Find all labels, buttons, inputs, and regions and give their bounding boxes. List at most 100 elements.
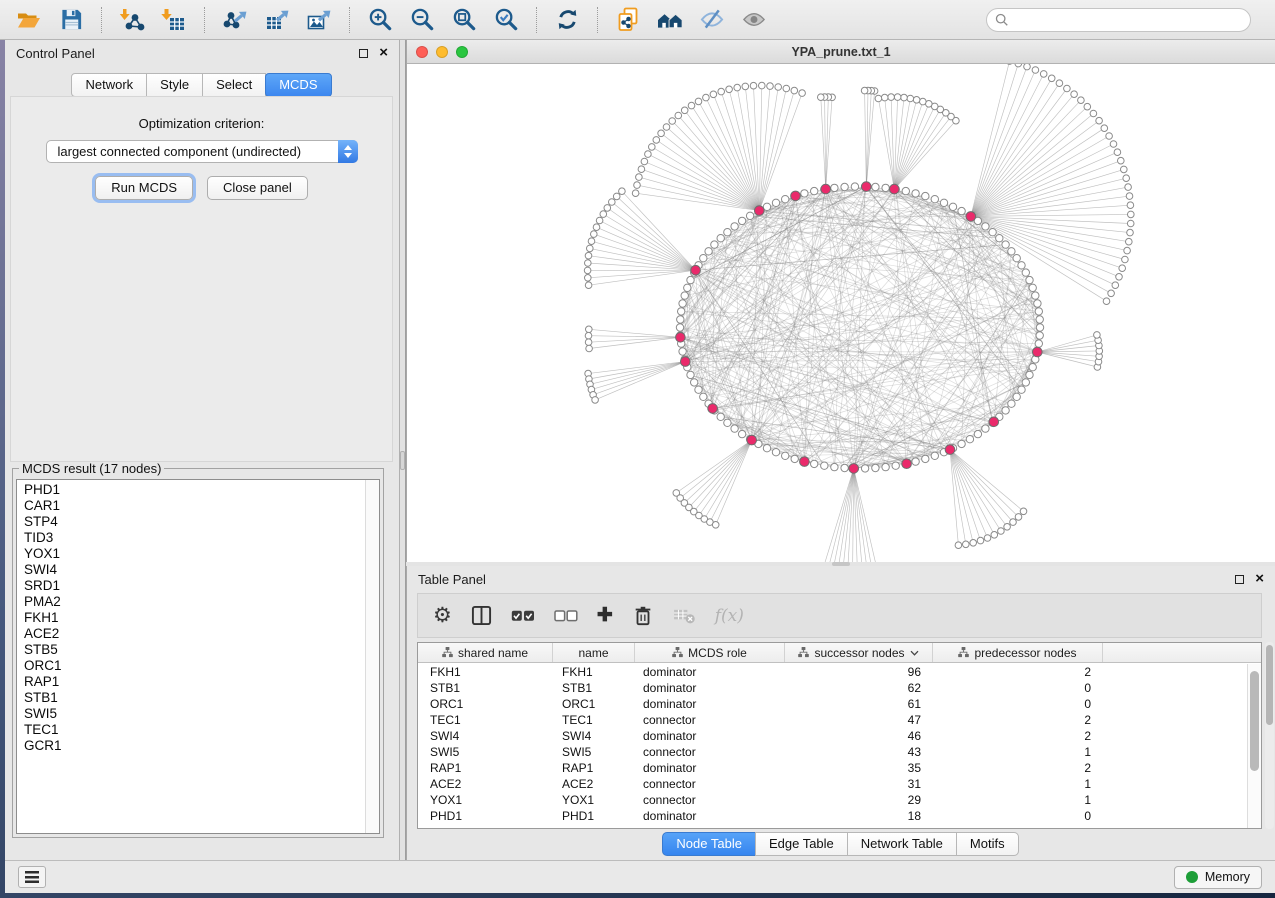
- network-node[interactable]: [688, 102, 695, 109]
- network-node[interactable]: [922, 455, 929, 462]
- network-node[interactable]: [1036, 332, 1043, 339]
- network-node[interactable]: [1029, 284, 1036, 291]
- dominator-node[interactable]: [791, 191, 801, 201]
- minimize-window-icon[interactable]: [436, 46, 448, 58]
- network-node[interactable]: [1127, 202, 1134, 209]
- zoom-fit-button[interactable]: [445, 4, 483, 36]
- network-node[interactable]: [902, 187, 909, 194]
- network-window-titlebar[interactable]: YPA_prune.txt_1: [407, 40, 1275, 64]
- network-node[interactable]: [841, 464, 848, 471]
- network-node[interactable]: [742, 83, 749, 90]
- network-node[interactable]: [970, 540, 977, 547]
- network-node[interactable]: [1036, 316, 1043, 323]
- network-node[interactable]: [585, 282, 592, 289]
- task-history-button[interactable]: [18, 866, 46, 888]
- network-node[interactable]: [746, 212, 753, 219]
- network-node[interactable]: [1078, 97, 1085, 104]
- network-node[interactable]: [676, 324, 683, 331]
- show-all-button[interactable]: [735, 4, 773, 36]
- network-node[interactable]: [1094, 332, 1101, 339]
- network-node[interactable]: [717, 413, 724, 420]
- dominator-node[interactable]: [849, 464, 859, 474]
- gear-icon[interactable]: ⚙: [433, 601, 452, 631]
- network-node[interactable]: [1022, 269, 1029, 276]
- network-node[interactable]: [791, 455, 798, 462]
- network-node[interactable]: [585, 332, 592, 339]
- deselect-all-icon[interactable]: [554, 601, 578, 631]
- run-mcds-button[interactable]: Run MCDS: [95, 176, 193, 200]
- zoom-in-button[interactable]: [361, 4, 399, 36]
- column-header-mcds-role[interactable]: MCDS role: [635, 643, 785, 662]
- first-neighbors-button[interactable]: [651, 4, 689, 36]
- network-node[interactable]: [977, 537, 984, 544]
- import-table-button[interactable]: [155, 4, 193, 36]
- network-node[interactable]: [591, 231, 598, 238]
- network-node[interactable]: [799, 90, 806, 97]
- dominator-node[interactable]: [902, 459, 912, 469]
- network-node[interactable]: [1123, 175, 1130, 182]
- network-node[interactable]: [1112, 282, 1119, 289]
- network-node[interactable]: [841, 183, 848, 190]
- dominator-node[interactable]: [945, 445, 955, 455]
- table-scrollbar[interactable]: [1247, 664, 1261, 828]
- network-node[interactable]: [949, 203, 956, 210]
- network-node[interactable]: [1056, 80, 1063, 87]
- dominator-node[interactable]: [862, 182, 872, 192]
- network-node[interactable]: [872, 183, 879, 190]
- hide-selected-button[interactable]: [693, 4, 731, 36]
- tab-style[interactable]: Style: [146, 73, 203, 97]
- network-node[interactable]: [703, 94, 710, 101]
- network-node[interactable]: [912, 458, 919, 465]
- network-canvas[interactable]: [407, 64, 1275, 562]
- column-header-predecessor-nodes[interactable]: predecessor nodes: [933, 643, 1103, 662]
- network-node[interactable]: [738, 217, 745, 224]
- table-row[interactable]: RAP1RAP1dominator352: [418, 760, 1247, 776]
- network-node[interactable]: [1036, 324, 1043, 331]
- network-node[interactable]: [791, 87, 798, 94]
- dominator-node[interactable]: [676, 333, 686, 343]
- network-node[interactable]: [724, 229, 731, 236]
- network-node[interactable]: [901, 94, 908, 101]
- network-node[interactable]: [632, 190, 639, 197]
- select-all-icon[interactable]: [511, 601, 535, 631]
- dominator-node[interactable]: [800, 457, 810, 467]
- search-box[interactable]: [986, 8, 1251, 32]
- table-row[interactable]: ORC1ORC1dominator610: [418, 696, 1247, 712]
- network-node[interactable]: [966, 436, 973, 443]
- table-row[interactable]: PHD1PHD1dominator180: [418, 808, 1247, 824]
- network-node[interactable]: [587, 245, 594, 252]
- network-node[interactable]: [600, 211, 607, 218]
- network-node[interactable]: [767, 83, 774, 90]
- panel-scrollbar[interactable]: [1265, 642, 1274, 829]
- network-node[interactable]: [1122, 256, 1129, 263]
- memory-button[interactable]: Memory: [1174, 866, 1262, 889]
- dominator-node[interactable]: [890, 184, 900, 194]
- mcds-result-item[interactable]: SRD1: [24, 578, 364, 594]
- table-row[interactable]: FKH1FKH1dominator962: [418, 664, 1247, 680]
- network-node[interactable]: [940, 199, 947, 206]
- network-node[interactable]: [636, 174, 643, 181]
- network-node[interactable]: [894, 94, 901, 101]
- column-header-name[interactable]: name: [553, 643, 635, 662]
- network-node[interactable]: [1071, 91, 1078, 98]
- network-node[interactable]: [1126, 193, 1133, 200]
- network-node[interactable]: [1121, 166, 1128, 173]
- mcds-result-item[interactable]: GCR1: [24, 738, 364, 754]
- network-node[interactable]: [705, 248, 712, 255]
- network-node[interactable]: [958, 207, 965, 214]
- table-row[interactable]: TEC1TEC1connector472: [418, 712, 1247, 728]
- network-node[interactable]: [649, 144, 656, 151]
- network-node[interactable]: [984, 535, 991, 542]
- search-input[interactable]: [1014, 12, 1242, 28]
- tab-select[interactable]: Select: [202, 73, 266, 97]
- dominator-node[interactable]: [708, 404, 718, 414]
- network-node[interactable]: [912, 190, 919, 197]
- network-node[interactable]: [724, 419, 731, 426]
- add-icon[interactable]: ✚: [597, 601, 613, 631]
- table-row[interactable]: STB1STB1dominator620: [418, 680, 1247, 696]
- network-node[interactable]: [1008, 248, 1015, 255]
- network-node[interactable]: [888, 94, 895, 101]
- network-node[interactable]: [658, 130, 665, 137]
- dominator-node[interactable]: [681, 357, 691, 367]
- mcds-result-item[interactable]: RAP1: [24, 674, 364, 690]
